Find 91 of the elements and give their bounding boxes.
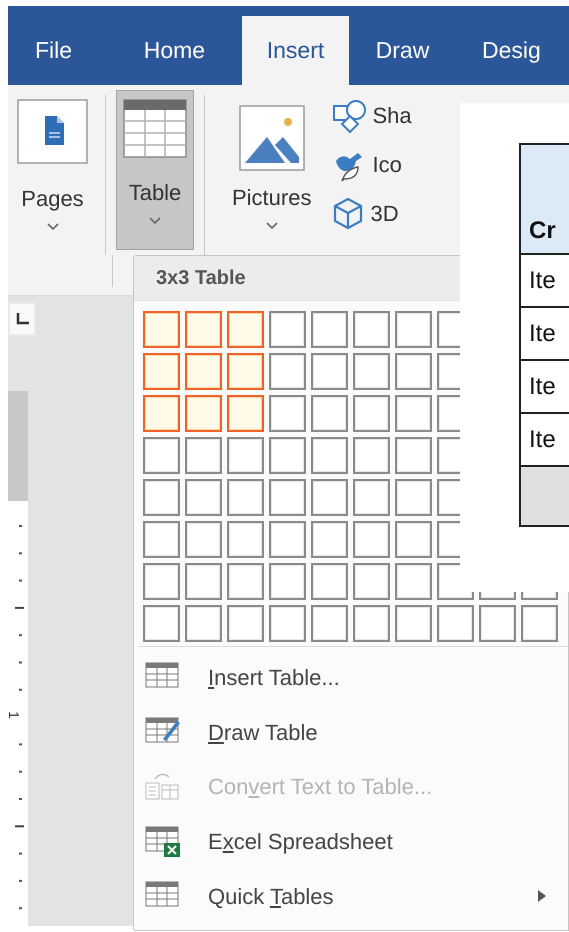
grid-cell[interactable] (185, 604, 222, 642)
pictures-button[interactable]: Pictures (215, 90, 328, 250)
grid-cell[interactable] (269, 562, 306, 600)
chevron-down-icon (264, 221, 279, 230)
grid-cell[interactable] (479, 604, 516, 642)
grid-cell[interactable] (185, 352, 222, 390)
grid-cell[interactable] (353, 562, 390, 600)
grid-cell[interactable] (395, 394, 432, 432)
grid-cell[interactable] (521, 604, 558, 642)
grid-cell[interactable] (353, 604, 390, 642)
grid-cell[interactable] (185, 562, 222, 600)
grid-cell[interactable] (227, 311, 264, 348)
grid-cell[interactable] (353, 436, 390, 474)
table-cell: Ite (521, 308, 569, 361)
grid-cell[interactable] (353, 394, 390, 432)
grid-cell[interactable] (311, 478, 348, 516)
chevron-down-icon (148, 216, 162, 225)
grid-cell[interactable] (395, 520, 432, 558)
table-row (521, 467, 569, 525)
grid-cell[interactable] (353, 478, 390, 516)
grid-cell[interactable] (185, 394, 222, 432)
grid-cell[interactable] (227, 394, 264, 432)
grid-cell[interactable] (311, 562, 348, 600)
table-icon (123, 99, 187, 158)
ribbon-tab[interactable]: Draw (348, 16, 482, 85)
grid-cell[interactable] (143, 604, 180, 642)
grid-cell[interactable] (395, 478, 432, 516)
shapes-button[interactable]: Sha (332, 98, 412, 134)
grid-cell[interactable] (269, 311, 306, 348)
grid-cell[interactable] (143, 562, 180, 600)
grid-cell[interactable] (353, 311, 390, 348)
grid-cell[interactable] (143, 311, 180, 348)
submenu-arrow-icon (538, 890, 546, 902)
grid-cell[interactable] (311, 311, 348, 348)
grid-cell[interactable] (143, 394, 180, 432)
grid-cell[interactable] (227, 352, 264, 390)
grid-cell[interactable] (437, 604, 474, 642)
ribbon-tab[interactable]: File (8, 16, 102, 85)
cube-button[interactable]: 3D (332, 196, 412, 231)
table-header-cell: Cr (521, 145, 569, 255)
grid-cell[interactable] (227, 604, 264, 642)
grid-cell[interactable] (269, 520, 306, 558)
grid-cell[interactable] (185, 520, 222, 558)
grid-cell[interactable] (395, 562, 432, 600)
table-button[interactable]: Table (116, 90, 194, 250)
menu-item[interactable]: Quick Tables (134, 869, 568, 924)
menu-item[interactable]: Insert Table... (134, 651, 568, 706)
grid-cell[interactable] (269, 394, 306, 432)
grid-cell[interactable] (269, 604, 306, 642)
grid-cell[interactable] (185, 436, 222, 474)
menu-item[interactable]: Draw Table (134, 706, 568, 760)
grid-cell[interactable] (227, 562, 264, 600)
grid-cell[interactable] (143, 436, 180, 474)
grid-cell[interactable] (269, 352, 306, 390)
ribbon-tab[interactable]: Insert (242, 16, 349, 85)
pages-button[interactable]: Pages (10, 90, 95, 250)
grid-cell[interactable] (311, 352, 348, 390)
table-cell: Ite (521, 255, 569, 308)
grid-cell[interactable] (311, 520, 348, 558)
page-icon (17, 99, 88, 164)
grid-cell[interactable] (311, 436, 348, 474)
grid-cell[interactable] (311, 394, 348, 432)
grid-cell[interactable] (269, 436, 306, 474)
picture-icon (238, 105, 305, 171)
grid-cell[interactable] (227, 436, 264, 474)
grid-cell[interactable] (227, 478, 264, 516)
icons-button[interactable]: Ico (332, 147, 412, 183)
grid-cell[interactable] (143, 352, 180, 390)
cube-icon (332, 196, 364, 231)
grid-cell[interactable] (143, 478, 180, 516)
grid-cell[interactable] (185, 311, 222, 348)
ruler-number: 1 (6, 711, 21, 719)
grid-cell[interactable] (227, 520, 264, 558)
grid-cell[interactable] (395, 311, 432, 348)
grid-cell[interactable] (269, 478, 306, 516)
grid-cell[interactable] (353, 352, 390, 390)
grid-cell[interactable] (395, 436, 432, 474)
grid-cell[interactable] (143, 520, 180, 558)
grid-cell[interactable] (311, 604, 348, 642)
grid-cell[interactable] (395, 352, 432, 390)
table-cell: Ite (521, 361, 569, 414)
shapes-icon (332, 98, 366, 134)
ribbon-tab[interactable]: Home (102, 16, 242, 85)
tab-stop-icon (15, 313, 29, 325)
grid-cell[interactable] (185, 478, 222, 516)
spreadsheet-icon (145, 826, 181, 858)
chevron-down-icon (46, 222, 60, 231)
grid-cell[interactable] (353, 520, 390, 558)
menu-item[interactable]: Excel Spreadsheet (134, 814, 568, 870)
grid-cell[interactable] (395, 604, 432, 642)
ribbon-tab[interactable]: Desig (482, 16, 569, 85)
